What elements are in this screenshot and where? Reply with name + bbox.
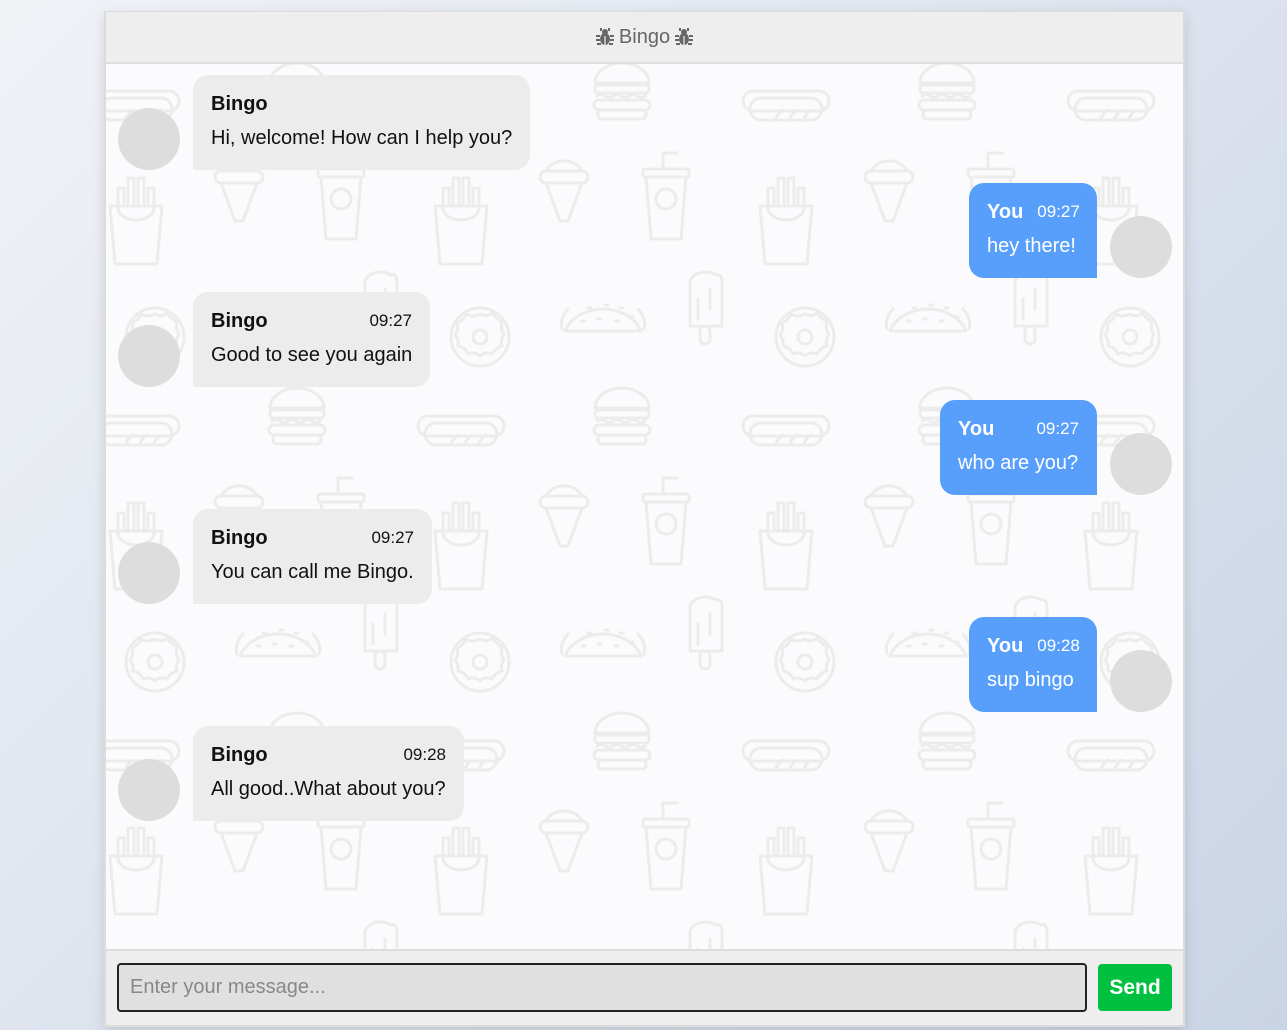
message-sender: Bingo [211, 309, 268, 332]
chat-window: Bingo Bingo Hi, welcome! How can I help … [104, 11, 1185, 1027]
bug-icon [595, 28, 614, 45]
message-text: sup bingo [987, 669, 1074, 691]
message-input[interactable] [117, 963, 1087, 1012]
message-sender: You [987, 200, 1024, 223]
message-text: Good to see you again [211, 344, 413, 366]
message-text: who are you? [958, 452, 1079, 474]
bot-message-bubble: Bingo 09:28 All good..What about you? [193, 726, 464, 821]
message-sender: Bingo [211, 92, 268, 115]
message-input-area: Send [106, 949, 1183, 1025]
message-time: 09:27 [369, 311, 412, 330]
message-text: Hi, welcome! How can I help you? [211, 127, 513, 149]
message-sender: Bingo [211, 526, 268, 549]
bot-avatar [118, 108, 180, 170]
bot-avatar [118, 325, 180, 387]
user-avatar [1110, 433, 1172, 495]
message-sender: You [987, 634, 1024, 657]
bug-icon [675, 28, 694, 45]
message-text: hey there! [987, 235, 1076, 257]
message-sender: You [958, 417, 995, 440]
user-avatar [1110, 650, 1172, 712]
user-message-bubble: You 09:27 who are you? [940, 400, 1097, 495]
bot-message-bubble: Bingo 09:27 You can call me Bingo. [193, 509, 432, 604]
bot-avatar [118, 759, 180, 821]
message-time: 09:28 [1037, 636, 1080, 655]
message-text: All good..What about you? [211, 778, 446, 800]
user-avatar [1110, 216, 1172, 278]
message-time: 09:27 [1036, 419, 1079, 438]
message-time: 09:27 [371, 528, 414, 547]
chat-title: Bingo [618, 25, 671, 48]
message-list[interactable]: Bingo Hi, welcome! How can I help you? Y… [106, 62, 1183, 949]
message-time: 09:27 [1037, 202, 1080, 221]
chat-header: Bingo [106, 12, 1183, 64]
bot-avatar [118, 542, 180, 604]
user-message-bubble: You 09:28 sup bingo [969, 617, 1097, 712]
bot-message-bubble: Bingo Hi, welcome! How can I help you? [193, 75, 530, 170]
message-time: 09:28 [403, 745, 446, 764]
user-message-bubble: You 09:27 hey there! [969, 183, 1097, 278]
message-sender: Bingo [211, 743, 268, 766]
send-button[interactable]: Send [1098, 964, 1172, 1011]
message-text: You can call me Bingo. [211, 561, 414, 583]
bot-message-bubble: Bingo 09:27 Good to see you again [193, 292, 430, 387]
